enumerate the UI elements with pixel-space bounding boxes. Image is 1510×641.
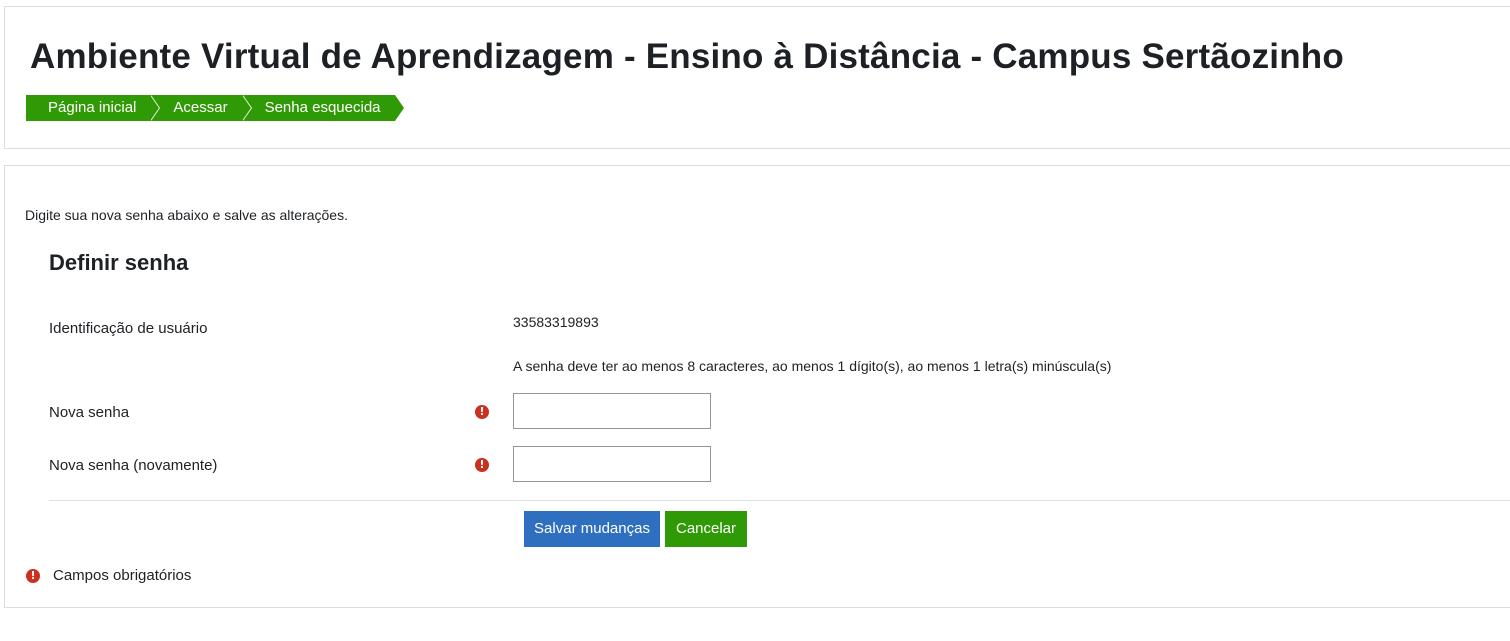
main-content: Digite sua nova senha abaixo e salve as … (4, 165, 1510, 608)
breadcrumb-item-home[interactable]: Página inicial (26, 95, 161, 121)
chevron-right-icon (394, 95, 404, 121)
username-label: Identificação de usuário (49, 320, 208, 337)
form-divider (49, 500, 1510, 501)
new-password-again-label: Nova senha (novamente) (49, 457, 218, 474)
breadcrumb: Página inicial Acessar Senha esquecida (26, 95, 404, 121)
exclamation-circle-icon: ! (26, 569, 40, 583)
username-value: 33583319893 (513, 314, 599, 330)
required-fields-note: Campos obrigatórios (53, 567, 192, 584)
breadcrumb-item-label: Página inicial (48, 99, 137, 116)
exclamation-circle-icon: ! (475, 405, 489, 419)
password-policy-text: A senha deve ter ao menos 8 caracteres, … (513, 358, 1112, 374)
new-password-input[interactable] (513, 393, 711, 429)
chevron-right-icon (241, 95, 251, 121)
save-changes-button[interactable]: Salvar mudanças (524, 511, 660, 547)
page-title: Ambiente Virtual de Aprendizagem - Ensin… (30, 37, 1344, 76)
exclamation-circle-icon: ! (475, 458, 489, 472)
breadcrumb-item-label: Senha esquecida (264, 99, 381, 116)
breadcrumb-item-login[interactable]: Acessar (150, 95, 252, 121)
new-password-again-input[interactable] (513, 446, 711, 482)
breadcrumb-item-forgot-password: Senha esquecida (241, 95, 404, 121)
chevron-right-icon (150, 95, 160, 121)
form-legend: Definir senha (49, 250, 189, 275)
page-header: Ambiente Virtual de Aprendizagem - Ensin… (4, 6, 1510, 149)
breadcrumb-item-label: Acessar (173, 99, 228, 116)
new-password-label: Nova senha (49, 404, 130, 421)
cancel-button[interactable]: Cancelar (665, 511, 747, 547)
intro-text: Digite sua nova senha abaixo e salve as … (25, 207, 348, 223)
